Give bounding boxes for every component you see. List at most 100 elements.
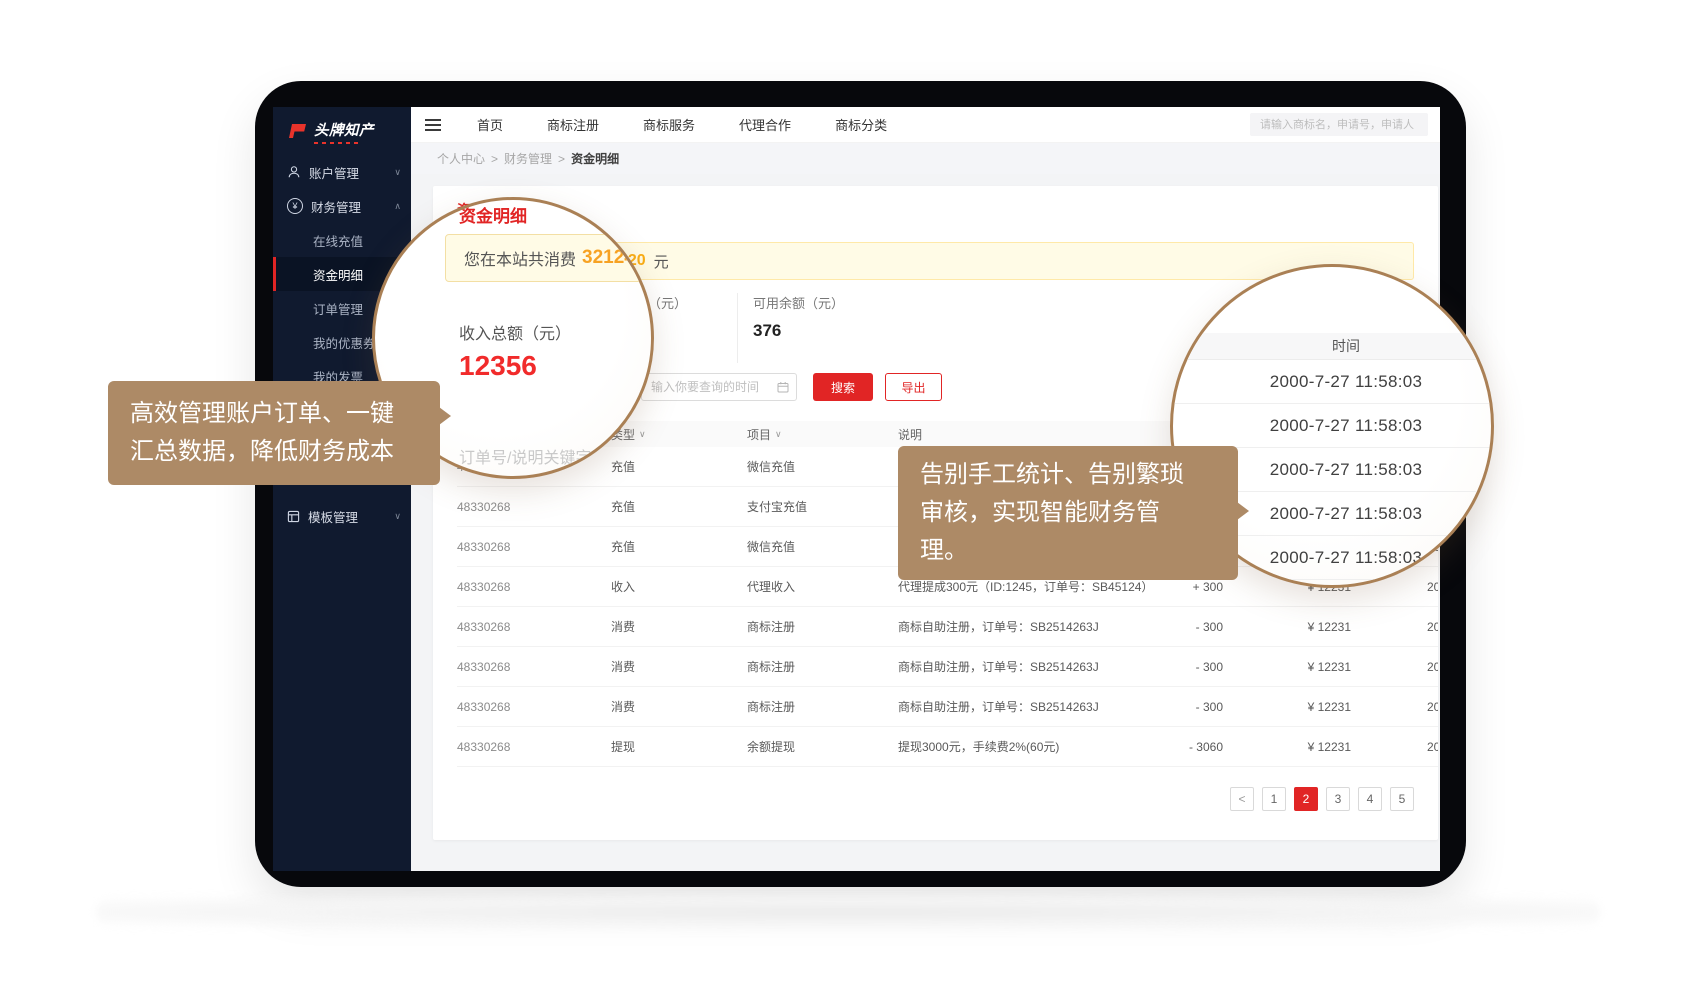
page-button-2[interactable]: 2 — [1294, 787, 1318, 811]
magnified-banner-prefix: 您在本站共消费 — [464, 246, 576, 270]
user-icon — [287, 165, 301, 179]
template-icon — [287, 510, 300, 523]
cell-type: 消费 — [611, 618, 747, 635]
pagination: < 1 2 3 4 5 — [457, 787, 1414, 811]
sidebar-item-label: 订单管理 — [313, 299, 363, 318]
nav-item-home[interactable]: 首页 — [477, 115, 503, 134]
date-input[interactable] — [641, 373, 797, 401]
cell-time: 2000-7-27 11:58:03 — [1351, 700, 1438, 714]
brand-name: 头牌知产 — [314, 119, 374, 140]
laptop-base-shadow — [96, 897, 1600, 927]
brand-text-block: 头牌知产 — [314, 119, 374, 144]
cell-type: 消费 — [611, 658, 747, 675]
callout-right: 告别手工统计、告别繁琐 审核，实现智能财务管 理。 — [898, 446, 1238, 580]
col-header-label: 项目 — [747, 426, 771, 443]
chevron-down-icon: ∨ — [394, 167, 401, 178]
cell-project: 余额提现 — [747, 738, 898, 755]
sidebar-item-label: 模板管理 — [308, 507, 358, 526]
cell-project: 微信充值 — [747, 538, 898, 555]
callout-text: 汇总数据，降低财务成本 — [130, 433, 418, 471]
breadcrumb-item[interactable]: 财务管理 — [504, 150, 552, 167]
page-button-4[interactable]: 4 — [1358, 787, 1382, 811]
sidebar-item-label: 财务管理 — [311, 197, 361, 216]
cell-order: 48330268 — [457, 500, 611, 514]
nav-item-trademark-register[interactable]: 商标注册 — [547, 115, 599, 134]
breadcrumb-item[interactable]: 个人中心 — [437, 150, 485, 167]
nav-item-trademark-services[interactable]: 商标服务 — [643, 115, 695, 134]
cell-order: 48330268 — [457, 660, 611, 674]
callout-left: 高效管理账户订单、一键 汇总数据，降低财务成本 — [108, 381, 440, 485]
cell-desc: 商标自助注册，订单号：SB2514263J — [898, 698, 1158, 715]
nav-item-trademark-classes[interactable]: 商标分类 — [835, 115, 887, 134]
magnified-keyword-placeholder: 订单号/说明关键字 — [459, 444, 591, 468]
callout-text: 理。 — [920, 532, 1216, 570]
stat-balance: 可用余额（元） 376 — [737, 293, 844, 363]
cell-amount: - 300 — [1158, 660, 1223, 674]
cell-amount: - 300 — [1158, 700, 1223, 714]
breadcrumb-current: 资金明细 — [571, 150, 619, 167]
banner-suffix: 元 — [654, 251, 669, 272]
export-button[interactable]: 导出 — [885, 373, 942, 401]
magnified-page-title: 资金明细 — [459, 202, 527, 227]
cell-order: 48330268 — [457, 580, 611, 594]
stat-label: 可用余额（元） — [753, 293, 844, 312]
nav-item-agency[interactable]: 代理合作 — [739, 115, 791, 134]
brand-subtext-dots — [314, 142, 360, 144]
cell-amount: - 3060 — [1158, 740, 1223, 754]
cell-project: 商标注册 — [747, 698, 898, 715]
magnified-time-cell: 2000-7-27 11:58:03 — [1173, 360, 1491, 404]
sidebar-item-finance[interactable]: 财务管理 ∧ — [273, 189, 411, 223]
page-button-1[interactable]: 1 — [1262, 787, 1286, 811]
cell-order: 48330268 — [457, 620, 611, 634]
sort-caret-icon — [775, 429, 782, 440]
chevron-up-icon: ∧ — [394, 201, 401, 212]
callout-arrow-icon — [1237, 502, 1249, 520]
cell-type: 充值 — [611, 498, 747, 515]
breadcrumb: 个人中心 > 财务管理 > 资金明细 — [411, 143, 1440, 174]
table-row: 48330268 消费 商标注册 商标自助注册，订单号：SB2514263J -… — [457, 647, 1438, 687]
sidebar-item-label: 我的优惠券 — [313, 333, 376, 352]
cell-balance: ¥ 12231 — [1223, 620, 1351, 634]
cell-type: 收入 — [611, 578, 747, 595]
cell-desc: 提现3000元，手续费2%(60元) — [898, 738, 1158, 755]
cell-time: 2000-7-27 11:58:03 — [1351, 660, 1438, 674]
top-nav-menu: 首页 商标注册 商标服务 代理合作 商标分类 — [477, 115, 887, 134]
sidebar-item-online-recharge[interactable]: 在线充值 — [273, 223, 411, 257]
cell-project: 商标注册 — [747, 658, 898, 675]
page-button-3[interactable]: 3 — [1326, 787, 1350, 811]
cell-desc: 商标自助注册，订单号：SB2514263J — [898, 658, 1158, 675]
trademark-search-input[interactable] — [1250, 113, 1428, 136]
page-button-5[interactable]: 5 — [1390, 787, 1414, 811]
magnified-banner: 您在本站共消费 32124 元 — [445, 234, 654, 282]
callout-text: 告别手工统计、告别繁琐 — [920, 456, 1216, 494]
cell-type: 消费 — [611, 698, 747, 715]
col-header-project[interactable]: 项目 — [747, 426, 898, 443]
calendar-icon — [777, 381, 789, 393]
callout-arrow-icon — [439, 407, 451, 425]
col-header-type[interactable]: 类型 — [611, 426, 747, 443]
cell-amount: + 300 — [1158, 580, 1223, 594]
date-input-wrap — [641, 373, 797, 401]
cell-desc: 代理提成300元（ID:1245，订单号：SB45124） — [898, 578, 1158, 595]
cell-order: 48330268 — [457, 740, 611, 754]
brand-logo-icon — [286, 123, 308, 139]
menu-icon[interactable] — [411, 119, 455, 131]
cell-time: 2000-7-27 11:58:03 — [1351, 740, 1438, 754]
page-title: 资金明细 — [457, 200, 1414, 220]
table-row: 48330268 消费 商标注册 商标自助注册，订单号：SB2514263J -… — [457, 607, 1438, 647]
sidebar-item-account[interactable]: 账户管理 ∨ — [273, 155, 411, 189]
stat-value: 376 — [753, 321, 844, 341]
cell-balance: ¥ 12231 — [1223, 740, 1351, 754]
cell-project: 代理收入 — [747, 578, 898, 595]
cell-type: 充值 — [611, 538, 747, 555]
prev-page-button[interactable]: < — [1230, 787, 1254, 811]
sidebar: 头牌知产 账户管理 ∨ 财务管理 ∧ — [273, 107, 411, 871]
magnified-time-cell: 2000-7-27 11:58:03 — [1173, 404, 1491, 448]
top-navbar: 首页 商标注册 商标服务 代理合作 商标分类 — [411, 107, 1440, 143]
sidebar-item-templates[interactable]: 模板管理 ∨ — [273, 499, 411, 533]
search-button[interactable]: 搜索 — [813, 373, 873, 401]
breadcrumb-separator: > — [491, 152, 498, 166]
finance-icon — [287, 198, 303, 214]
magnified-income-label: 收入总额（元） — [459, 320, 571, 344]
cell-project: 商标注册 — [747, 618, 898, 635]
